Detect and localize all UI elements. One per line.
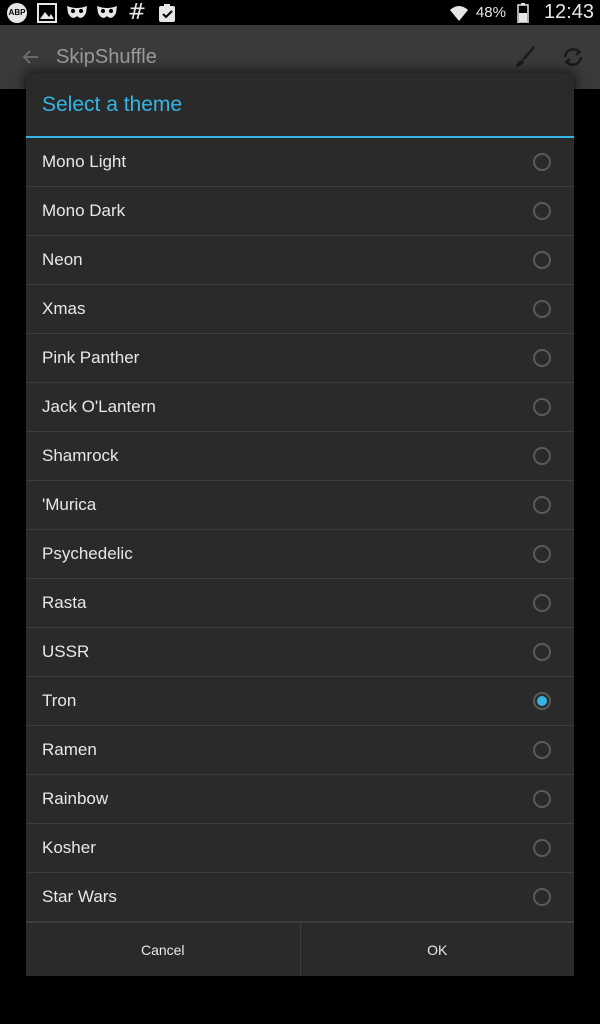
cancel-button[interactable]: Cancel xyxy=(26,923,300,976)
hash-icon: # xyxy=(127,0,147,25)
theme-option[interactable]: USSR xyxy=(26,628,574,677)
theme-option-label: Mono Dark xyxy=(42,201,126,220)
theme-option[interactable]: Mono Light xyxy=(26,138,574,187)
radio-button[interactable] xyxy=(533,202,551,220)
theme-option-label: Xmas xyxy=(42,299,86,318)
app-title: SkipShuffle xyxy=(56,45,157,68)
theme-option[interactable]: Pink Panther xyxy=(26,334,574,383)
system-icons: 48% 12:43 xyxy=(448,1,594,24)
theme-option[interactable]: Shamrock xyxy=(26,432,574,481)
theme-option-label: Rasta xyxy=(42,593,87,612)
theme-option-label: Kosher xyxy=(42,838,96,857)
theme-option[interactable]: Rasta xyxy=(26,579,574,628)
sync-icon[interactable] xyxy=(558,42,588,72)
theme-option[interactable]: Rainbow xyxy=(26,775,574,824)
radio-button[interactable] xyxy=(533,349,551,367)
clock: 12:43 xyxy=(543,1,594,23)
radio-button[interactable] xyxy=(533,839,551,857)
radio-button[interactable] xyxy=(533,790,551,808)
battery-icon xyxy=(512,2,534,23)
radio-button[interactable] xyxy=(533,888,551,906)
clipboard-check-icon xyxy=(156,3,178,23)
theme-option[interactable]: Ramen xyxy=(26,726,574,775)
radio-button[interactable] xyxy=(533,496,551,514)
dialog-title: Select a theme xyxy=(42,92,183,116)
radio-button[interactable] xyxy=(533,398,551,416)
theme-option[interactable]: Jack O'Lantern xyxy=(26,383,574,432)
wifi-icon xyxy=(448,3,470,23)
theme-option-label: USSR xyxy=(42,642,90,661)
action-bar-actions xyxy=(510,42,588,72)
theme-option-label: Ramen xyxy=(42,740,97,759)
theme-option[interactable]: Kosher xyxy=(26,824,574,873)
radio-button-selected[interactable] xyxy=(533,692,551,710)
adblock-label: ABP xyxy=(7,2,27,23)
ok-button[interactable]: OK xyxy=(299,923,575,976)
theme-option-label: Mono Light xyxy=(42,152,127,171)
battery-percentage: 48% xyxy=(475,4,506,21)
mask-icon xyxy=(66,3,88,23)
radio-button[interactable] xyxy=(533,643,551,661)
theme-option-label: Jack O'Lantern xyxy=(42,397,156,416)
theme-option[interactable]: 'Murica xyxy=(26,481,574,530)
radio-button[interactable] xyxy=(533,545,551,563)
theme-option-label: Shamrock xyxy=(42,446,119,465)
dialog-button-bar: Cancel OK xyxy=(26,922,574,976)
radio-button[interactable] xyxy=(533,300,551,318)
radio-button[interactable] xyxy=(533,447,551,465)
dialog-header: Select a theme xyxy=(26,73,574,138)
theme-option-label: 'Murica xyxy=(42,495,97,514)
brush-icon[interactable] xyxy=(510,42,540,72)
theme-option-label: Tron xyxy=(42,691,77,710)
theme-list: Mono Light Mono Dark Neon Xmas Pink Pant… xyxy=(26,138,574,922)
mask-icon xyxy=(96,3,118,23)
image-icon xyxy=(36,2,58,23)
theme-option[interactable]: Neon xyxy=(26,236,574,285)
theme-option-label: Neon xyxy=(42,250,83,269)
theme-option-label: Rainbow xyxy=(42,789,109,808)
radio-button[interactable] xyxy=(533,741,551,759)
theme-option-label: Psychedelic xyxy=(42,544,133,563)
theme-option[interactable]: Tron xyxy=(26,677,574,726)
theme-option[interactable]: Psychedelic xyxy=(26,530,574,579)
radio-button[interactable] xyxy=(533,251,551,269)
theme-option[interactable]: Star Wars xyxy=(26,873,574,922)
back-arrow-icon[interactable] xyxy=(10,37,50,77)
status-bar: ABP # 48% 12:43 xyxy=(0,0,600,25)
adblock-icon: ABP xyxy=(6,2,28,23)
radio-button[interactable] xyxy=(533,594,551,612)
radio-button[interactable] xyxy=(533,153,551,171)
theme-option[interactable]: Xmas xyxy=(26,285,574,334)
notification-icons: ABP # xyxy=(6,0,178,25)
theme-option-label: Pink Panther xyxy=(42,348,140,367)
theme-dialog: Select a theme Mono Light Mono Dark Neon… xyxy=(26,73,574,976)
theme-option[interactable]: Mono Dark xyxy=(26,187,574,236)
theme-option-label: Star Wars xyxy=(42,887,117,906)
